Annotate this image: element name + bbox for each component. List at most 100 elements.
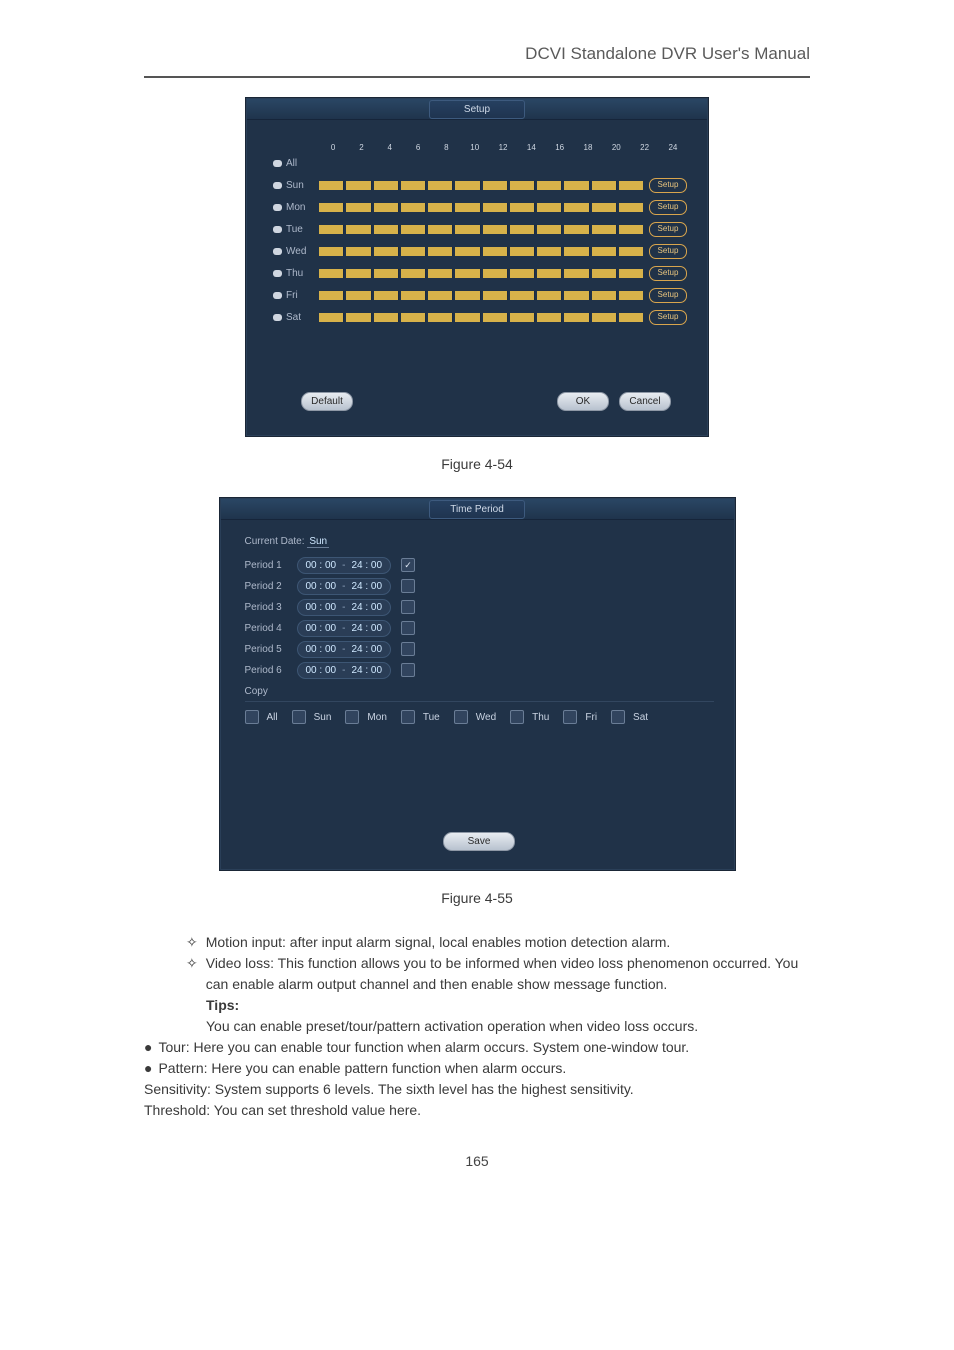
setup-button[interactable]: Setup <box>649 288 687 303</box>
period-enable-checkbox[interactable] <box>401 600 415 614</box>
current-date: Current Date: Sun <box>245 536 714 547</box>
day-timeline[interactable] <box>319 247 643 256</box>
time-range-input[interactable]: 00 : 00-24 : 00 <box>297 662 392 679</box>
tp-title: Time Period <box>429 500 525 519</box>
day-label: Sun <box>286 180 319 191</box>
copy-day-label: Mon <box>367 712 386 723</box>
body-text: ✧Motion input: after input alarm signal,… <box>144 932 810 1121</box>
day-row-tue: Tue Setup <box>273 218 687 240</box>
day-label: Fri <box>286 290 319 301</box>
copy-day-checkbox[interactable] <box>611 710 625 724</box>
period-row: Period 300 : 00-24 : 00 <box>245 597 714 617</box>
copy-day-checkbox[interactable] <box>401 710 415 724</box>
copy-day-checkbox[interactable] <box>345 710 359 724</box>
day-checkbox[interactable] <box>273 160 282 167</box>
day-timeline[interactable] <box>319 203 643 212</box>
period-enable-checkbox[interactable] <box>401 579 415 593</box>
copy-day-label: Tue <box>423 712 440 723</box>
day-checkbox[interactable] <box>273 182 282 189</box>
day-row-sat: Sat Setup <box>273 306 687 328</box>
copy-day-label: Fri <box>585 712 597 723</box>
day-label: All <box>286 158 319 169</box>
period-label: Period 3 <box>245 602 297 613</box>
period-label: Period 5 <box>245 644 297 655</box>
copy-day-checkbox[interactable] <box>245 710 259 724</box>
copy-day-checkbox[interactable] <box>292 710 306 724</box>
time-range-input[interactable]: 00 : 00-24 : 00 <box>297 557 392 574</box>
save-button[interactable]: Save <box>443 832 515 851</box>
period-row: Period 100 : 00-24 : 00 <box>245 555 714 575</box>
day-label: Wed <box>286 246 319 257</box>
time-range-input[interactable]: 00 : 00-24 : 00 <box>297 641 392 658</box>
day-timeline[interactable] <box>319 181 643 190</box>
copy-day-checkbox[interactable] <box>510 710 524 724</box>
day-checkbox[interactable] <box>273 314 282 321</box>
figure-caption-2: Figure 4-55 <box>0 890 954 906</box>
time-range-input[interactable]: 00 : 00-24 : 00 <box>297 599 392 616</box>
period-label: Period 1 <box>245 560 297 571</box>
copy-day-checkbox[interactable] <box>563 710 577 724</box>
copy-label: Copy <box>245 686 714 697</box>
day-row-mon: Mon Setup <box>273 196 687 218</box>
setup-button[interactable]: Setup <box>649 244 687 259</box>
time-range-input[interactable]: 00 : 00-24 : 00 <box>297 620 392 637</box>
time-period-dialog: Time Period Current Date: Sun Period 100… <box>220 498 735 870</box>
tp-titlebar: Time Period <box>221 499 734 520</box>
day-checkbox[interactable] <box>273 292 282 299</box>
period-row: Period 200 : 00-24 : 00 <box>245 576 714 596</box>
header-rule <box>144 76 810 78</box>
copy-day-label: Wed <box>476 712 496 723</box>
period-row: Period 400 : 00-24 : 00 <box>245 618 714 638</box>
time-range-input[interactable]: 00 : 00-24 : 00 <box>297 578 392 595</box>
cancel-button[interactable]: Cancel <box>619 392 671 411</box>
page-header: DCVI Standalone DVR User's Manual <box>0 0 954 72</box>
ok-button[interactable]: OK <box>557 392 609 411</box>
period-enable-checkbox[interactable] <box>401 621 415 635</box>
figure-caption-1: Figure 4-54 <box>0 456 954 472</box>
day-timeline[interactable] <box>319 225 643 234</box>
day-row-all: All <box>273 152 687 174</box>
period-enable-checkbox[interactable] <box>401 663 415 677</box>
day-checkbox[interactable] <box>273 204 282 211</box>
period-label: Period 4 <box>245 623 297 634</box>
setup-button[interactable]: Setup <box>649 200 687 215</box>
period-label: Period 2 <box>245 581 297 592</box>
diamond-icon: ✧ <box>186 953 198 995</box>
setup-button[interactable]: Setup <box>649 310 687 325</box>
copy-day-row: AllSunMonTueWedThuFriSat <box>245 710 714 724</box>
day-row-thu: Thu Setup <box>273 262 687 284</box>
day-label: Sat <box>286 312 319 323</box>
day-timeline[interactable] <box>319 313 643 322</box>
day-checkbox[interactable] <box>273 248 282 255</box>
setup-button[interactable]: Setup <box>649 266 687 281</box>
period-row: Period 600 : 00-24 : 00 <box>245 660 714 680</box>
day-label: Tue <box>286 224 319 235</box>
copy-day-checkbox[interactable] <box>454 710 468 724</box>
day-row-sun: Sun Setup <box>273 174 687 196</box>
day-timeline[interactable] <box>319 291 643 300</box>
day-label: Mon <box>286 202 319 213</box>
setup-title: Setup <box>429 100 525 119</box>
setup-button[interactable]: Setup <box>649 222 687 237</box>
day-checkbox[interactable] <box>273 270 282 277</box>
default-button[interactable]: Default <box>301 392 353 411</box>
copy-day-label: Sun <box>314 712 332 723</box>
copy-divider <box>245 701 714 702</box>
period-enable-checkbox[interactable] <box>401 558 415 572</box>
period-label: Period 6 <box>245 665 297 676</box>
setup-button[interactable]: Setup <box>649 178 687 193</box>
page-number: 165 <box>0 1153 954 1169</box>
setup-dialog: Setup 024681012141618202224 AllSunSetupM… <box>246 98 708 436</box>
period-row: Period 500 : 00-24 : 00 <box>245 639 714 659</box>
time-axis: 024681012141618202224 <box>319 138 687 152</box>
diamond-icon: ✧ <box>186 932 198 953</box>
day-row-fri: Fri Setup <box>273 284 687 306</box>
period-enable-checkbox[interactable] <box>401 642 415 656</box>
day-label: Thu <box>286 268 319 279</box>
day-checkbox[interactable] <box>273 226 282 233</box>
bullet-icon: ● <box>144 1037 152 1058</box>
bullet-icon: ● <box>144 1058 152 1079</box>
copy-day-label: Sat <box>633 712 648 723</box>
day-timeline[interactable] <box>319 269 643 278</box>
setup-titlebar: Setup <box>247 99 707 120</box>
